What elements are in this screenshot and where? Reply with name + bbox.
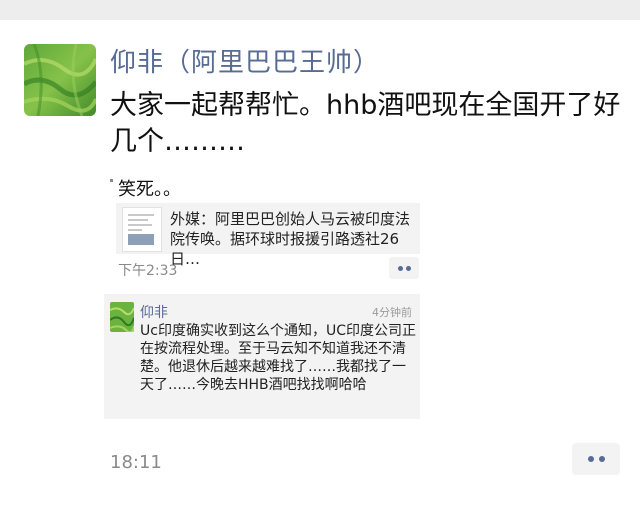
top-bar <box>0 0 640 20</box>
green-grass-avatar-icon <box>24 44 96 116</box>
post-more-button[interactable] <box>572 443 620 475</box>
more-dot-icon <box>406 266 411 271</box>
comment-reply-box: 仰非 4分钟前 Uc印度确实收到这么个通知，UC印度公司正在按流程处理。至于马云… <box>104 294 420 419</box>
author-avatar[interactable] <box>24 44 96 116</box>
post-timestamp: 18:11 <box>110 452 162 473</box>
moments-post: 仰非（阿里巴巴王帅） 大家一起帮帮忙。hhb酒吧现在全国开了好几个……… 笑死。… <box>0 0 640 513</box>
share-more-button[interactable] <box>389 257 419 279</box>
more-dot-icon <box>398 266 403 271</box>
more-dot-icon <box>599 456 605 462</box>
more-dot-icon <box>588 456 594 462</box>
green-grass-avatar-icon <box>110 302 134 332</box>
reply-author-name[interactable]: 仰非 <box>140 302 168 322</box>
quote-mark-icon <box>110 179 113 182</box>
news-thumbnail-icon <box>122 207 162 252</box>
reply-timestamp: 4分钟前 <box>372 306 412 319</box>
shared-link-title: 外媒：阿里巴巴创始人马云被印度法院传唤。据环球时报援引路透社26日… <box>170 210 411 268</box>
share-timestamp: 下午2:33 <box>118 263 178 279</box>
post-text: 大家一起帮帮忙。hhb酒吧现在全国开了好几个……… <box>110 90 621 157</box>
repost-comment-text: 笑死。。 <box>118 179 181 200</box>
reply-text: Uc印度确实收到这么个通知，UC印度公司正在按流程处理。至于马云知不知道我还不清… <box>140 323 416 393</box>
author-name[interactable]: 仰非（阿里巴巴王帅） <box>110 42 380 79</box>
repost-comment: 笑死。。 <box>110 175 181 201</box>
shared-link-card[interactable]: 外媒：阿里巴巴创始人马云被印度法院传唤。据环球时报援引路透社26日… <box>116 203 420 268</box>
reply-avatar[interactable] <box>110 302 134 332</box>
